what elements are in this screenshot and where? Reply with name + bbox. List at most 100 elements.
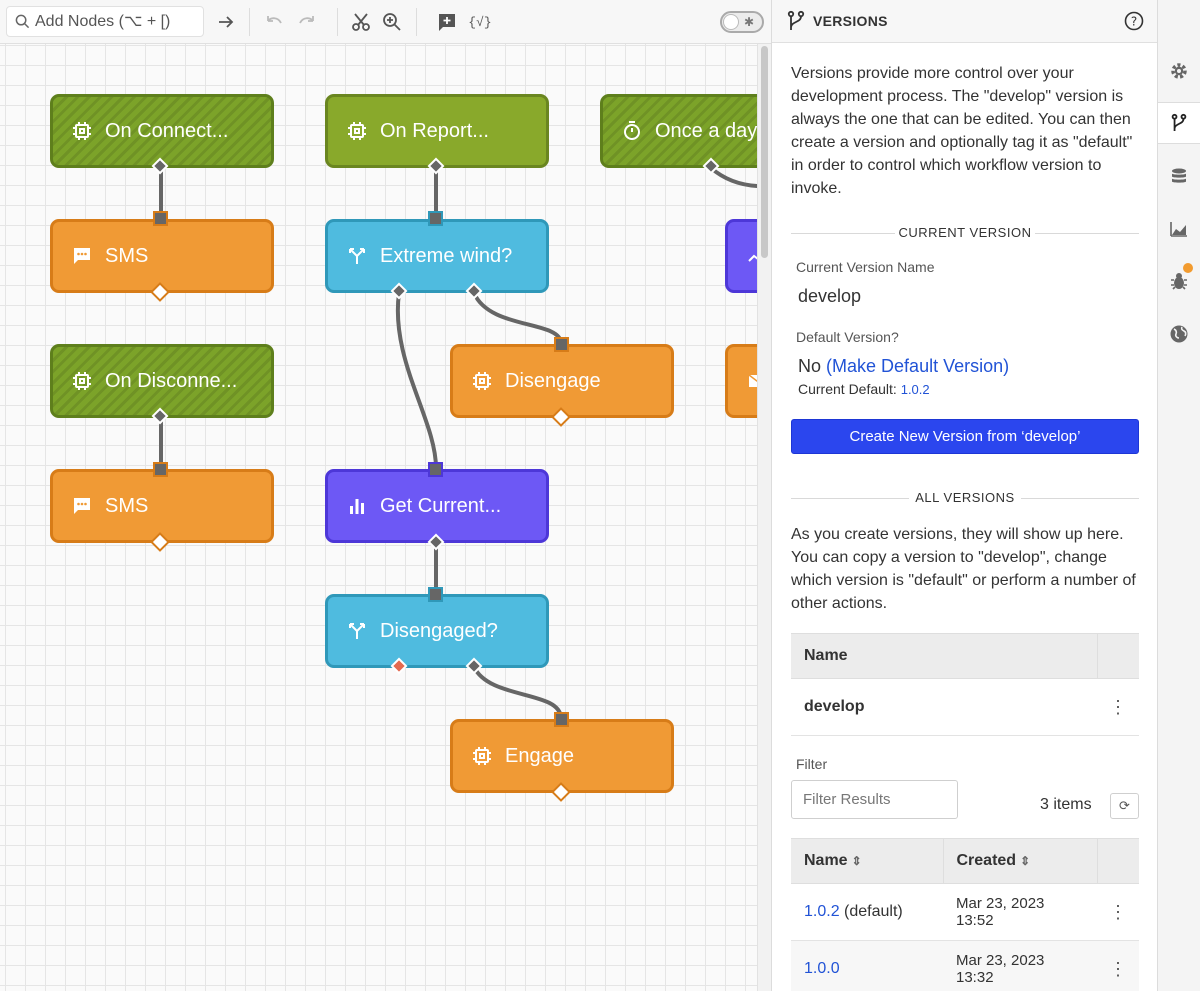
all-versions-intro: As you create versions, they will show u… bbox=[791, 526, 1136, 612]
node-disengaged[interactable]: Disengaged? bbox=[325, 594, 549, 668]
node-label: Extreme wind? bbox=[380, 244, 513, 267]
side-rail bbox=[1158, 0, 1200, 991]
versions-panel: VERSIONS ? Versions provide more control… bbox=[771, 0, 1158, 991]
node-label: On Disconne... bbox=[105, 369, 238, 392]
node-label: Engage bbox=[505, 744, 574, 767]
header-label: Created bbox=[956, 852, 1017, 869]
gear-icon[interactable] bbox=[1165, 57, 1193, 85]
toolbar-divider bbox=[249, 8, 250, 36]
version-name-cell: develop bbox=[791, 678, 1097, 736]
current-default-link[interactable]: 1.0.2 bbox=[901, 382, 930, 397]
table-header-row: Name ⇕ Created ⇕ bbox=[791, 838, 1139, 884]
chip-icon bbox=[471, 745, 493, 767]
table-row[interactable]: 1.0.2 (default) Mar 23, 2023 13:52 ⋮ bbox=[791, 883, 1139, 941]
develop-table: Name develop ⋮ bbox=[791, 633, 1139, 736]
help-icon[interactable]: ? bbox=[1124, 11, 1144, 31]
versions-tab-icon[interactable] bbox=[1158, 102, 1200, 144]
message-icon bbox=[71, 245, 93, 267]
version-name-cell: 1.0.2 (default) bbox=[791, 883, 943, 941]
node-label: Get Current... bbox=[380, 494, 502, 517]
scrollbar-thumb[interactable] bbox=[761, 46, 768, 258]
version-link[interactable]: 1.0.2 bbox=[804, 903, 840, 920]
current-name-label: Current Version Name bbox=[796, 259, 935, 275]
node-partial-data[interactable] bbox=[725, 219, 757, 293]
expression-icon[interactable]: {√} bbox=[466, 8, 494, 36]
toolbar-divider bbox=[416, 8, 417, 36]
node-partial-email[interactable] bbox=[725, 344, 757, 418]
wire bbox=[472, 291, 563, 345]
sort-icon: ⇕ bbox=[1020, 854, 1031, 868]
chip-icon bbox=[71, 120, 93, 142]
name-column-header: Name bbox=[791, 633, 1097, 679]
globe-icon[interactable] bbox=[1165, 320, 1193, 348]
add-nodes-search[interactable] bbox=[6, 6, 204, 37]
version-link[interactable]: 1.0.0 bbox=[804, 960, 840, 977]
node-get-current[interactable]: Get Current... bbox=[325, 469, 549, 543]
table-row[interactable]: develop ⋮ bbox=[791, 678, 1139, 736]
bug-icon: ✱ bbox=[744, 15, 755, 29]
search-icon bbox=[15, 14, 30, 29]
refresh-button[interactable]: ⟳ bbox=[1110, 793, 1139, 819]
refresh-icon: ⟳ bbox=[1119, 798, 1130, 814]
wire bbox=[472, 665, 563, 720]
trend-icon bbox=[746, 245, 757, 267]
more-options-icon[interactable]: ⋮ bbox=[1097, 678, 1139, 736]
make-default-link[interactable]: (Make Default Version) bbox=[826, 356, 1009, 376]
add-nodes-input[interactable] bbox=[35, 11, 200, 33]
node-label: On Connect... bbox=[105, 119, 229, 142]
version-name-cell: 1.0.0 bbox=[791, 940, 943, 991]
created-cell: Mar 23, 2023 13:52 bbox=[943, 883, 1097, 941]
node-disengage[interactable]: Disengage bbox=[450, 344, 674, 418]
chip-icon bbox=[71, 370, 93, 392]
canvas-toolbar: {√} ✱ bbox=[0, 0, 771, 44]
wire bbox=[395, 291, 438, 470]
filter-label: Filter bbox=[796, 756, 828, 772]
node-sms-2[interactable]: SMS bbox=[50, 469, 274, 543]
canvas-scrollbar[interactable] bbox=[757, 0, 771, 991]
node-label: SMS bbox=[105, 494, 149, 517]
table-row[interactable]: 1.0.0 Mar 23, 2023 13:32 ⋮ bbox=[791, 940, 1139, 991]
actions-column-header bbox=[1096, 838, 1139, 884]
undo-icon[interactable] bbox=[260, 8, 288, 36]
zoom-icon[interactable] bbox=[378, 8, 406, 36]
debug-bug-icon[interactable] bbox=[1165, 263, 1193, 295]
current-default-row: Current Default: 1.0.2 bbox=[798, 381, 930, 397]
redo-icon[interactable] bbox=[293, 8, 321, 36]
node-on-disconnect[interactable]: On Disconne... bbox=[50, 344, 274, 418]
current-version-header: CURRENT VERSION bbox=[791, 225, 1139, 241]
name-column-header[interactable]: Name ⇕ bbox=[791, 838, 944, 884]
node-on-connect[interactable]: On Connect... bbox=[50, 94, 274, 168]
add-comment-icon[interactable] bbox=[433, 8, 461, 36]
wire bbox=[709, 166, 757, 188]
filter-input[interactable] bbox=[791, 780, 958, 819]
items-count: 3 items bbox=[1040, 796, 1092, 813]
versions-intro: Versions provide more control over your … bbox=[791, 65, 1133, 197]
node-extreme-wind[interactable]: Extreme wind? bbox=[325, 219, 549, 293]
node-sms[interactable]: SMS bbox=[50, 219, 274, 293]
all-versions-header: ALL VERSIONS bbox=[791, 490, 1139, 506]
node-on-report[interactable]: On Report... bbox=[325, 94, 549, 168]
database-icon[interactable] bbox=[1165, 163, 1193, 191]
divider bbox=[1021, 498, 1139, 499]
more-options-icon[interactable]: ⋮ bbox=[1097, 940, 1139, 991]
node-engage[interactable]: Engage bbox=[450, 719, 674, 793]
actions-column-header bbox=[1096, 633, 1139, 679]
message-icon bbox=[71, 495, 93, 517]
node-label: SMS bbox=[105, 244, 149, 267]
area-chart-icon[interactable] bbox=[1165, 215, 1193, 243]
node-once-a-day[interactable]: Once a day... bbox=[600, 94, 757, 168]
workflow-canvas[interactable]: On Connect... On Report... Once a day...… bbox=[0, 0, 757, 991]
arrow-right-icon[interactable] bbox=[212, 8, 240, 36]
created-column-header[interactable]: Created ⇕ bbox=[943, 838, 1097, 884]
create-version-button[interactable]: Create New Version from ‘develop’ bbox=[791, 419, 1139, 454]
panel-title: VERSIONS bbox=[813, 13, 888, 29]
more-options-icon[interactable]: ⋮ bbox=[1097, 883, 1139, 941]
default-version-row: No (Make Default Version) bbox=[798, 356, 1009, 377]
default-version-label: Default Version? bbox=[796, 329, 899, 345]
panel-header: VERSIONS ? bbox=[772, 0, 1157, 43]
svg-text:?: ? bbox=[1131, 15, 1137, 29]
debug-toggle[interactable]: ✱ bbox=[720, 11, 764, 33]
scissors-icon[interactable] bbox=[347, 8, 375, 36]
timer-icon bbox=[621, 120, 643, 142]
current-default-label: Current Default: bbox=[798, 381, 897, 397]
